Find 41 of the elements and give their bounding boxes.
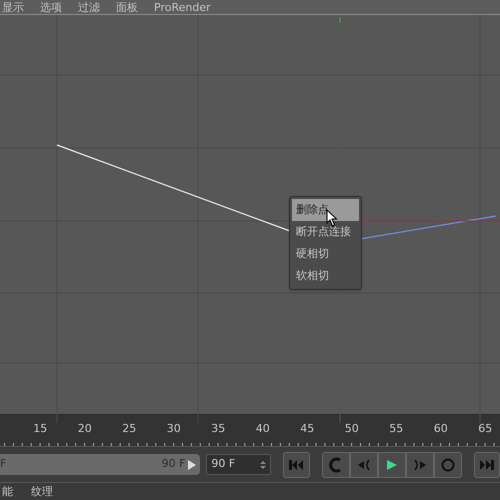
bottom-tab[interactable]: 纹理: [31, 485, 53, 498]
frame-number: 30: [166, 421, 182, 437]
record-button[interactable]: [434, 452, 462, 478]
record-icon: [440, 458, 455, 472]
bottom-tab[interactable]: 能: [2, 485, 13, 498]
context-menu-item[interactable]: 断开点连接: [292, 221, 359, 243]
range-end-text: 90 F: [162, 456, 186, 472]
go-to-end-button[interactable]: [474, 452, 500, 478]
frame-number: 35: [210, 421, 226, 437]
play-button[interactable]: [378, 452, 406, 478]
context-menu-item[interactable]: 软相切: [292, 265, 359, 287]
play-icon: [386, 458, 398, 470]
context-menu-item[interactable]: 硬相切: [292, 243, 359, 265]
next-key-button[interactable]: [406, 452, 434, 478]
frame-number: 60: [432, 421, 449, 437]
frame-number: 55: [388, 421, 404, 437]
menu-item[interactable]: ProRender: [154, 0, 211, 14]
frame-number: 25: [121, 421, 138, 437]
range-start-text: F: [0, 456, 6, 472]
previous-key-button[interactable]: [350, 452, 378, 478]
menu-item[interactable]: 选项: [40, 0, 62, 14]
frame-number: 40: [254, 421, 271, 437]
frame-number: 15: [32, 421, 48, 437]
end-frame-field[interactable]: 90 F: [206, 454, 272, 475]
menu-item[interactable]: 过滤: [78, 0, 100, 14]
skip-forward-icon: [478, 458, 495, 470]
loop-button[interactable]: [322, 452, 350, 478]
frame-number: 45: [299, 421, 316, 437]
next-key-icon: [412, 458, 427, 470]
menu-item[interactable]: 显示: [2, 0, 24, 14]
previous-key-icon: [356, 458, 371, 470]
go-to-start-button[interactable]: [283, 452, 310, 478]
play-arrow-icon: [187, 458, 198, 470]
frame-number: 20: [76, 421, 93, 437]
skip-back-icon: [288, 458, 304, 470]
frame-number: 65: [477, 421, 494, 437]
menu-item[interactable]: 面板: [116, 0, 138, 14]
spinner-icon: [260, 460, 266, 470]
frame-number: 50: [344, 421, 360, 437]
loop-icon: [328, 456, 344, 472]
mouse-cursor-icon: [326, 209, 338, 227]
